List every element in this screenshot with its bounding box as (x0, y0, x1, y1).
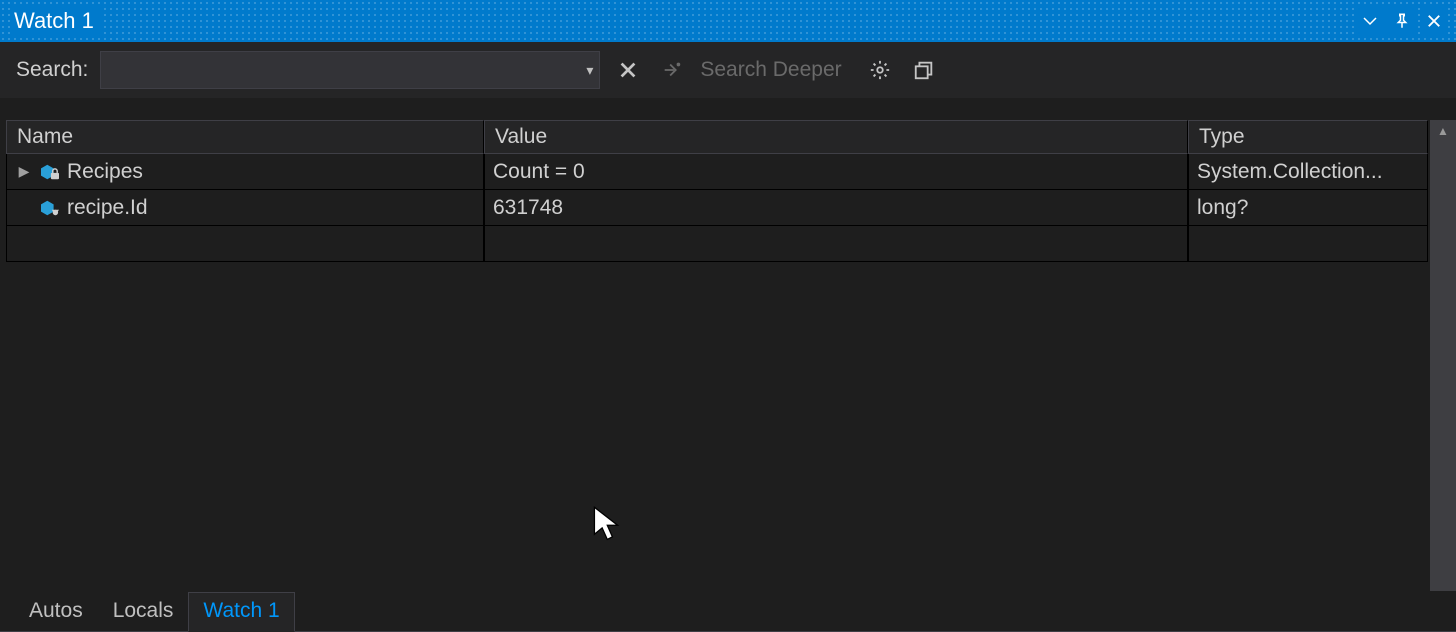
title-bar: Watch 1 (0, 0, 1456, 42)
mouse-cursor (592, 506, 620, 548)
gear-icon (869, 59, 891, 81)
new-watch-row-value (484, 226, 1188, 262)
table-row-name[interactable]: ▶ Recipes (6, 154, 484, 190)
column-header-type[interactable]: Type (1188, 120, 1428, 154)
scroll-up-icon[interactable]: ▲ (1430, 120, 1456, 142)
arrow-right-icon (661, 59, 683, 81)
watch-grid-area: Name Value Type ▶ Recipes Count = 0 Syst… (0, 98, 1456, 591)
maximize-restore-button[interactable] (908, 54, 940, 86)
table-row-name[interactable]: recipe.Id (6, 190, 484, 226)
object-lock-icon (39, 163, 61, 181)
column-header-name[interactable]: Name (6, 120, 484, 154)
new-watch-row-type (1188, 226, 1428, 262)
row-name-text: recipe.Id (67, 196, 148, 220)
column-header-value[interactable]: Value (484, 120, 1188, 154)
window-menu-button[interactable] (1356, 7, 1384, 35)
table-row-type[interactable]: System.Collection... (1188, 154, 1428, 190)
chevron-down-icon[interactable]: ▾ (586, 62, 593, 79)
x-icon (617, 59, 639, 81)
tab-autos[interactable]: Autos (14, 592, 98, 632)
search-combobox[interactable]: ▾ (100, 51, 600, 89)
window-title: Watch 1 (14, 8, 104, 34)
watch-grid: Name Value Type ▶ Recipes Count = 0 Syst… (6, 120, 1450, 262)
expand-toggle[interactable]: ▶ (15, 163, 33, 180)
close-button[interactable] (1420, 7, 1448, 35)
clear-search-button[interactable] (612, 54, 644, 86)
settings-button[interactable] (864, 54, 896, 86)
close-icon (1425, 12, 1443, 30)
pin-icon (1393, 12, 1411, 30)
table-row-type[interactable]: long? (1188, 190, 1428, 226)
new-watch-row-name[interactable] (6, 226, 484, 262)
table-row-value[interactable]: 631748 (484, 190, 1188, 226)
search-next-button[interactable] (656, 54, 688, 86)
search-input[interactable] (111, 60, 586, 81)
tab-watch1[interactable]: Watch 1 (188, 592, 294, 632)
object-prop-icon (39, 199, 61, 217)
table-row-value[interactable]: Count = 0 (484, 154, 1188, 190)
search-label: Search: (16, 58, 88, 82)
vertical-scrollbar[interactable]: ▲ (1430, 120, 1456, 591)
pin-button[interactable] (1388, 7, 1416, 35)
search-toolbar: Search: ▾ Search Deeper (0, 42, 1456, 98)
chevron-down-icon (1361, 12, 1379, 30)
windows-icon (913, 59, 935, 81)
search-deeper-button[interactable]: Search Deeper (700, 58, 841, 82)
tab-locals[interactable]: Locals (98, 592, 189, 632)
bottom-tabstrip: Autos Locals Watch 1 (0, 591, 1456, 631)
row-name-text: Recipes (67, 160, 143, 184)
